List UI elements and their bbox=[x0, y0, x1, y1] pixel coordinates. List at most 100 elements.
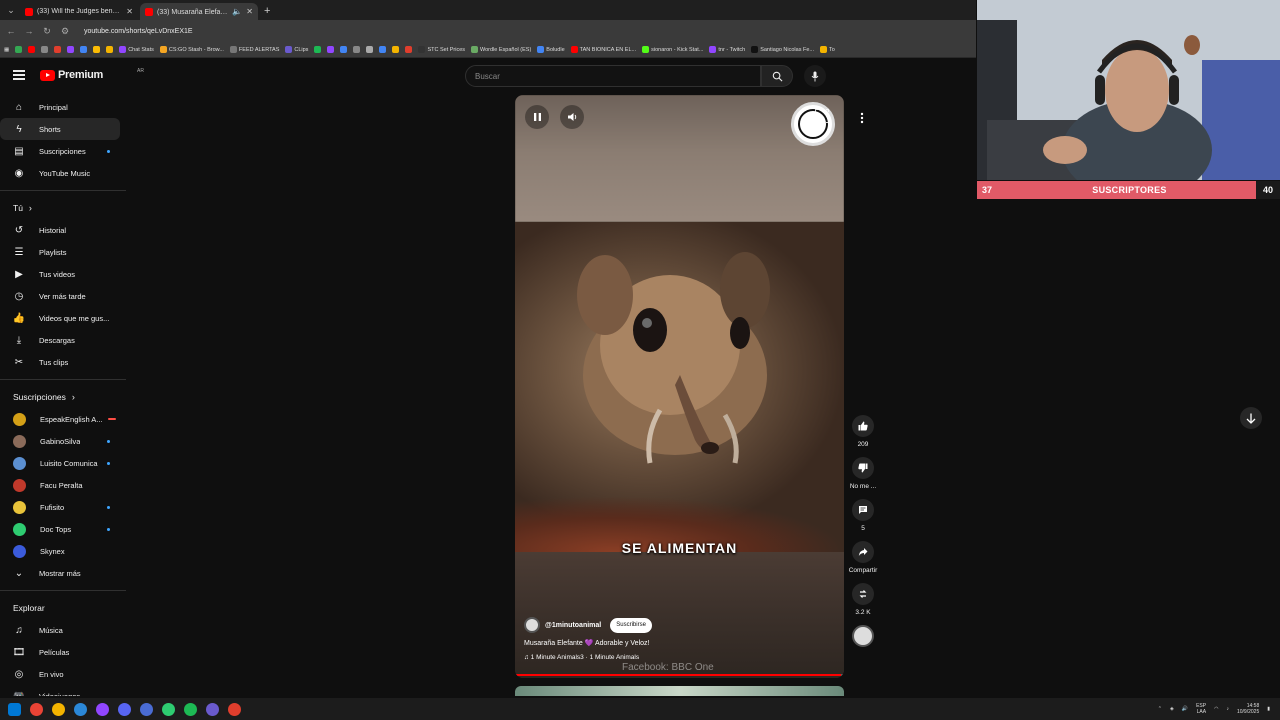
sidebar-item[interactable]: ◉ YouTube Music bbox=[0, 162, 120, 184]
bookmark-item[interactable]: TAN BIONICA EN EL... bbox=[570, 46, 636, 53]
bookmark-item[interactable]: Chat Stats bbox=[119, 46, 154, 53]
sidebar-item[interactable]: ↺ Historial bbox=[0, 219, 120, 241]
taskbar-app-icon[interactable] bbox=[74, 702, 87, 716]
new-tab-button[interactable]: + bbox=[264, 5, 270, 17]
clock[interactable]: 14:58 10/9/2025 bbox=[1237, 703, 1259, 715]
speaker-icon[interactable]: 🔊 bbox=[1182, 706, 1188, 712]
bookmark-item[interactable] bbox=[80, 46, 88, 53]
bookmark-item[interactable] bbox=[405, 46, 413, 53]
sidebar-item[interactable]: ☰ Playlists bbox=[0, 241, 120, 263]
sidebar-item[interactable]: ▤ Suscripciones bbox=[0, 140, 120, 162]
menu-icon[interactable] bbox=[13, 70, 25, 80]
bookmark-item[interactable]: STC Set Prices bbox=[418, 46, 465, 53]
chevron-up-icon[interactable]: ⌃ bbox=[1158, 706, 1162, 712]
pause-button[interactable] bbox=[525, 105, 549, 129]
reload-icon[interactable]: ↻ bbox=[42, 26, 52, 37]
sidebar-item[interactable]: Fufisito bbox=[0, 496, 120, 518]
bookmark-item[interactable]: CS:GO Stash - Brow... bbox=[159, 46, 224, 53]
taskbar-app-icon[interactable] bbox=[96, 702, 109, 716]
bookmark-item[interactable] bbox=[28, 46, 36, 53]
bookmark-item[interactable] bbox=[379, 46, 387, 53]
more-options-button[interactable] bbox=[851, 107, 873, 129]
dislike-button[interactable] bbox=[852, 457, 874, 479]
taskbar-app-icon[interactable] bbox=[118, 702, 131, 716]
volume-button[interactable] bbox=[560, 105, 584, 129]
search-button[interactable] bbox=[761, 65, 793, 87]
channel-avatar[interactable] bbox=[524, 617, 540, 633]
taskbar-app-icon[interactable] bbox=[228, 702, 241, 716]
sidebar-item[interactable]: EspeakEnglish A... bbox=[0, 408, 120, 430]
bookmark-item[interactable]: sionaron - Kick Stat... bbox=[642, 46, 703, 53]
sound-avatar-button[interactable] bbox=[852, 625, 874, 647]
network-icon[interactable]: ◈ bbox=[1170, 706, 1174, 712]
video-progress-bar[interactable] bbox=[515, 674, 844, 676]
taskbar-app-icon[interactable] bbox=[206, 702, 219, 716]
you-section-heading[interactable]: Tú › bbox=[0, 197, 128, 219]
sidebar-item[interactable]: 🎮 Videojuegos bbox=[0, 685, 120, 697]
sidebar-item[interactable]: Luisito Comunica bbox=[0, 452, 120, 474]
comments-button[interactable] bbox=[852, 499, 874, 521]
like-button[interactable] bbox=[852, 415, 874, 437]
bookmark-item[interactable]: Boludle bbox=[537, 46, 565, 53]
sidebar-item[interactable]: ✂ Tus clips bbox=[0, 351, 120, 373]
share-button[interactable] bbox=[852, 541, 874, 563]
bookmark-item[interactable] bbox=[41, 46, 49, 53]
sidebar-item[interactable]: ⌂ Principal bbox=[0, 96, 120, 118]
bookmark-item[interactable] bbox=[366, 46, 374, 53]
apps-icon[interactable]: ▦ bbox=[4, 47, 9, 53]
channel-handle[interactable]: @1minutoanimal bbox=[545, 622, 601, 629]
sidebar-item[interactable]: ϟ Shorts bbox=[0, 118, 120, 140]
next-short-button[interactable] bbox=[1240, 407, 1262, 429]
subscriptions-section-heading[interactable]: Suscripciones › bbox=[0, 386, 128, 408]
bookmark-item[interactable]: Santiago Nicolas Fe... bbox=[751, 46, 814, 53]
bookmark-item[interactable]: FEED ALERTAS bbox=[229, 46, 279, 53]
notification-icon[interactable]: ▮ bbox=[1267, 706, 1270, 712]
forward-icon[interactable]: → bbox=[24, 26, 34, 36]
browser-tab-2[interactable]: (33) Musaraña Elefante 💜 🔈 ✕ bbox=[140, 3, 258, 20]
search-input[interactable]: Buscar bbox=[465, 65, 761, 87]
bookmark-item[interactable] bbox=[340, 46, 348, 53]
bookmark-item[interactable]: tnr - Twitch bbox=[709, 46, 745, 53]
language-indicator[interactable]: ESP LAA bbox=[1196, 703, 1206, 715]
sidebar-item[interactable]: Doc Tops bbox=[0, 518, 120, 540]
sidebar-item[interactable]: 👍 Videos que me gus... bbox=[0, 307, 120, 329]
back-icon[interactable]: ← bbox=[6, 26, 16, 36]
url-field[interactable]: youtube.com/shorts/qeLvDnxEX1E bbox=[84, 28, 193, 35]
mute-tab-icon[interactable]: 🔈 bbox=[232, 7, 242, 16]
next-short-preview[interactable] bbox=[515, 686, 844, 696]
sidebar-item[interactable]: ◎ En vivo bbox=[0, 663, 120, 685]
bookmark-item[interactable]: Wordle Español (ES) bbox=[471, 46, 531, 53]
sidebar-item[interactable]: ▶ Tus videos bbox=[0, 263, 120, 285]
close-tab-icon[interactable]: ✕ bbox=[126, 7, 133, 16]
sidebar-item[interactable]: Skynex bbox=[0, 540, 120, 562]
youtube-premium-logo[interactable]: Premium AR bbox=[40, 68, 144, 81]
bookmark-item[interactable] bbox=[314, 46, 322, 53]
sidebar-item[interactable]: ⤓ Descargas bbox=[0, 329, 120, 351]
browser-tab-1[interactable]: (33) Will the Judges bend over ✕ bbox=[20, 3, 138, 20]
short-title[interactable]: Musaraña Elefante 💜 Adorable y Veloz! bbox=[524, 639, 649, 647]
voice-search-button[interactable] bbox=[804, 65, 826, 87]
bookmark-item[interactable]: To bbox=[820, 46, 835, 53]
bookmark-item[interactable]: CLips bbox=[285, 46, 308, 53]
tab-search-icon[interactable]: ⌄ bbox=[4, 3, 18, 17]
subscribe-button[interactable]: Suscribirse bbox=[610, 617, 652, 633]
wifi-icon[interactable]: ◠ bbox=[1214, 706, 1218, 712]
short-music-link[interactable]: ♫ 1 Minute Animals3 · 1 Minute Animals bbox=[524, 654, 639, 661]
bookmark-item[interactable] bbox=[54, 46, 62, 53]
sidebar-item[interactable]: Facu Peralta bbox=[0, 474, 120, 496]
taskbar-app-icon[interactable] bbox=[52, 702, 65, 716]
bookmark-item[interactable] bbox=[353, 46, 361, 53]
windows-start-icon[interactable] bbox=[8, 702, 21, 716]
taskbar-app-icon[interactable] bbox=[162, 702, 175, 716]
bookmark-item[interactable] bbox=[67, 46, 75, 53]
site-info-icon[interactable]: ⚙ bbox=[60, 26, 70, 37]
taskbar-app-icon[interactable] bbox=[140, 702, 153, 716]
sidebar-item[interactable]: 🎞 Películas bbox=[0, 641, 120, 663]
short-video-player[interactable]: SE ALIMENTAN @1minutoanimal Suscribirse … bbox=[515, 95, 844, 678]
bookmark-item[interactable] bbox=[15, 46, 23, 53]
taskbar-app-icon[interactable] bbox=[184, 702, 197, 716]
bookmark-item[interactable] bbox=[93, 46, 101, 53]
taskbar-app-icon[interactable] bbox=[30, 702, 43, 716]
bookmark-item[interactable] bbox=[392, 46, 400, 53]
sidebar-item[interactable]: GabinoSilva bbox=[0, 430, 120, 452]
